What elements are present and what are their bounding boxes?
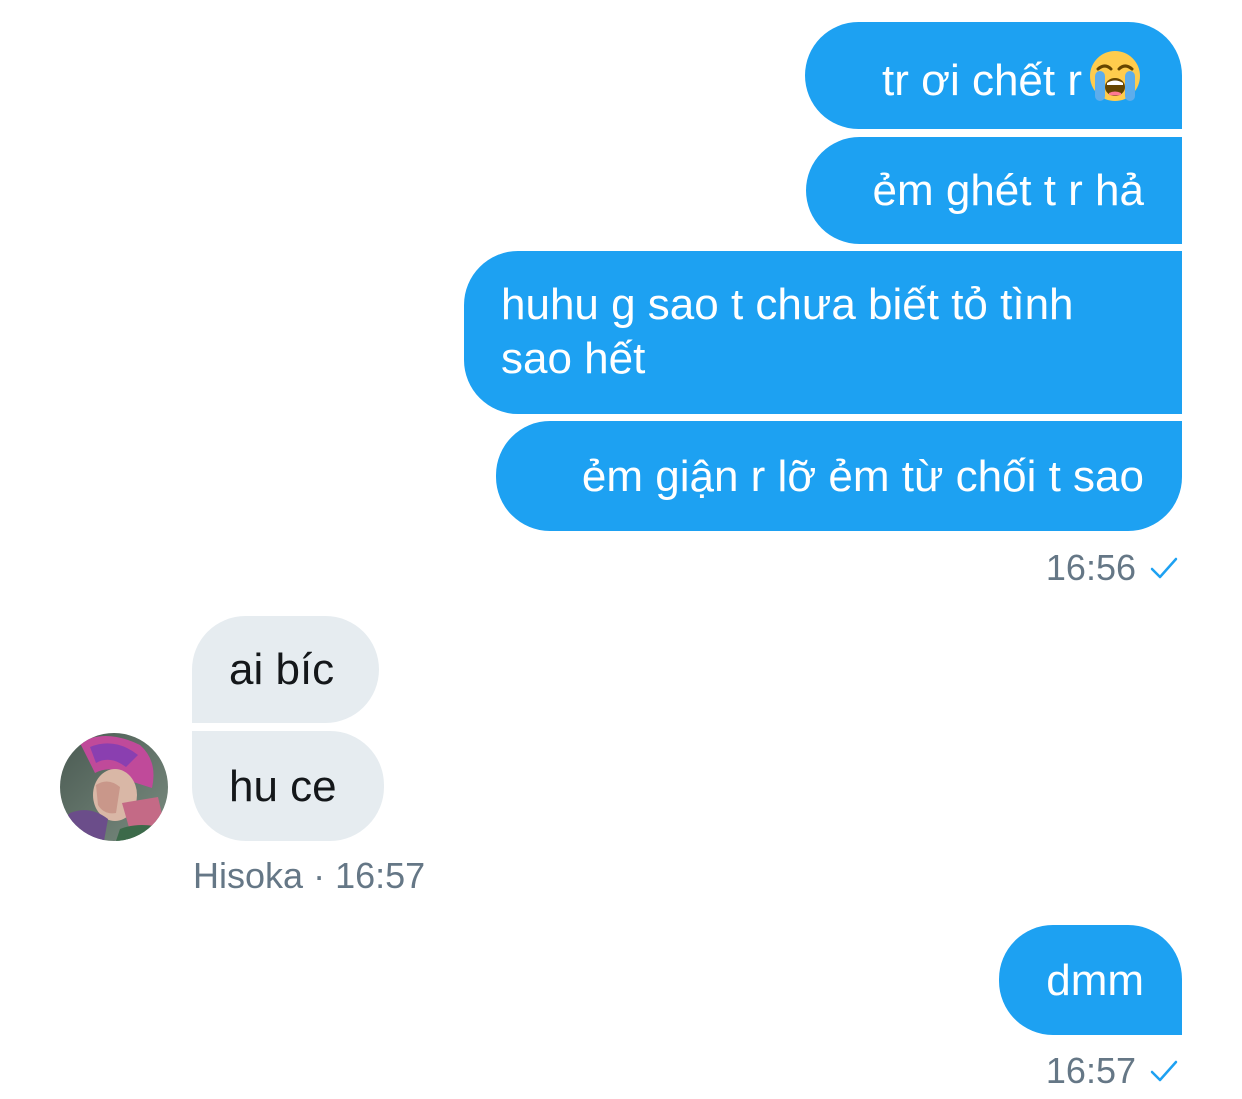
message-timestamp: 16:56 xyxy=(1046,548,1178,588)
received-message-bubble[interactable]: hu ce xyxy=(192,731,384,841)
message-text: ẻm ghét t r hả xyxy=(872,166,1144,215)
message-text: ai bíc xyxy=(229,645,335,694)
avatar[interactable] xyxy=(60,733,168,841)
sent-message-bubble[interactable]: ẻm ghét t r hả xyxy=(806,137,1182,244)
sent-message-bubble[interactable]: ẻm giận r lỡ ẻm từ chối t sao xyxy=(496,421,1182,531)
timestamp-text: 16:56 xyxy=(1045,547,1136,588)
message-text: huhu g sao t chưa biết tỏ tình sao hết xyxy=(501,280,1074,383)
message-text: dmm xyxy=(1046,956,1144,1005)
timestamp-text: 16:57 xyxy=(1045,1050,1136,1091)
message-timestamp: 16:57 xyxy=(1046,1051,1178,1091)
read-check-icon xyxy=(1150,1060,1178,1082)
message-text: hu ce xyxy=(229,762,337,811)
loudly-crying-face-icon xyxy=(1088,49,1142,103)
sender-info: Hisoka · 16:57 xyxy=(193,856,425,896)
sender-name: Hisoka xyxy=(193,855,304,896)
sent-message-bubble[interactable]: huhu g sao t chưa biết tỏ tình sao hết xyxy=(464,251,1182,414)
meta-separator: · xyxy=(313,855,326,896)
message-text: ẻm giận r lỡ ẻm từ chối t sao xyxy=(581,452,1144,501)
timestamp-text: 16:57 xyxy=(335,855,426,896)
sent-message-bubble[interactable]: dmm xyxy=(999,925,1182,1035)
received-message-bubble[interactable]: ai bíc xyxy=(192,616,379,723)
message-text: tr ơi chết r xyxy=(882,56,1082,105)
read-check-icon xyxy=(1150,557,1178,579)
sent-message-bubble[interactable]: tr ơi chết r xyxy=(805,22,1182,129)
